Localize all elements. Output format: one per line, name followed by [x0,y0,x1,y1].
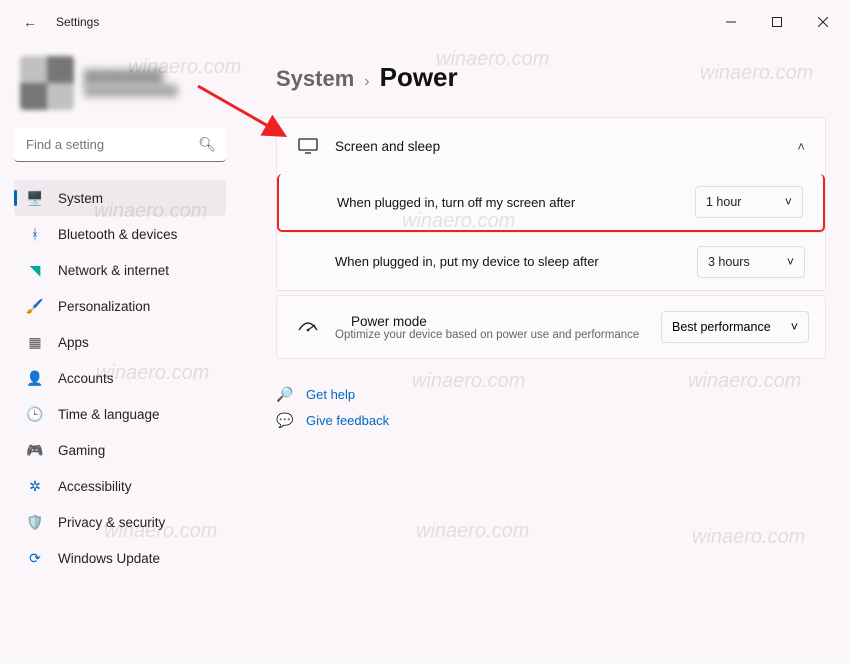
give-feedback-link[interactable]: 💬 Give feedback [276,407,826,433]
search-input[interactable] [14,128,226,162]
apps-icon: ▦ [26,333,44,351]
clock-icon: 🕒 [26,405,44,423]
sidebar-item-label: Windows Update [58,551,160,566]
sidebar-item-privacy[interactable]: 🛡️ Privacy & security [14,504,226,540]
sidebar-item-personalization[interactable]: 🖌️ Personalization [14,288,226,324]
sleep-dropdown[interactable]: 3 hours ˅ [697,246,805,278]
chevron-right-icon: › [364,73,369,91]
power-mode-icon [297,320,319,334]
minimize-button[interactable] [708,6,754,38]
user-email: ████████████ [84,85,178,97]
sidebar-item-label: Time & language [58,407,160,422]
breadcrumb-parent[interactable]: System [276,66,354,92]
row-label: When plugged in, turn off my screen afte… [337,195,575,210]
breadcrumb: System › Power [276,62,826,93]
help-icon: 🔎 [276,386,294,403]
sidebar-item-apps[interactable]: ▦ Apps [14,324,226,360]
card-title: Power mode [351,314,639,329]
user-account[interactable]: ████████ ████████████ [14,56,226,110]
sidebar-item-accessibility[interactable]: ✲ Accessibility [14,468,226,504]
dropdown-value: Best performance [672,320,771,334]
monitor-icon [297,138,319,154]
accessibility-icon: ✲ [26,477,44,495]
link-label: Give feedback [306,413,389,428]
search-box[interactable]: 🔍︎ [14,128,226,162]
sidebar-item-label: Bluetooth & devices [58,227,177,242]
dropdown-value: 3 hours [708,255,750,269]
sidebar-item-system[interactable]: 🖥️ System [14,180,226,216]
shield-icon: 🛡️ [26,513,44,531]
link-label: Get help [306,387,355,402]
sidebar-item-label: Accounts [58,371,114,386]
card-subtitle: Optimize your device based on power use … [335,329,639,341]
screen-off-row: When plugged in, turn off my screen afte… [277,174,825,232]
sidebar-item-bluetooth[interactable]: ᚼ Bluetooth & devices [14,216,226,252]
sidebar-item-label: Accessibility [58,479,132,494]
display-icon: 🖥️ [26,189,44,207]
sidebar-item-update[interactable]: ⟳ Windows Update [14,540,226,576]
user-name: ████████ [84,69,178,85]
screen-off-dropdown[interactable]: 1 hour ˅ [695,186,803,218]
sidebar-item-accounts[interactable]: 👤 Accounts [14,360,226,396]
sync-icon: ⟳ [26,549,44,567]
sidebar: ████████ ████████████ 🔍︎ 🖥️ System ᚼ Bluet… [0,44,236,664]
sleep-row: When plugged in, put my device to sleep … [277,232,825,290]
sidebar-item-label: Privacy & security [58,515,165,530]
sidebar-item-label: System [58,191,103,206]
screen-and-sleep-card: Screen and sleep ˄ When plugged in, turn… [276,117,826,291]
search-icon: 🔍︎ [198,136,216,153]
gamepad-icon: 🎮 [26,441,44,459]
get-help-link[interactable]: 🔎 Get help [276,381,826,407]
chevron-down-icon: ˅ [787,255,794,269]
sidebar-item-label: Personalization [58,299,150,314]
card-title: Screen and sleep [335,139,440,154]
page-title: Power [380,62,458,93]
avatar [20,56,74,110]
sidebar-item-network[interactable]: ◥ Network & internet [14,252,226,288]
back-button[interactable]: ← [16,14,44,30]
bluetooth-icon: ᚼ [26,225,44,243]
dropdown-value: 1 hour [706,195,741,209]
main-pane: System › Power Screen and sleep ˄ When p… [236,44,850,664]
sidebar-item-label: Apps [58,335,89,350]
person-icon: 👤 [26,369,44,387]
feedback-icon: 💬 [276,412,294,429]
close-button[interactable] [800,6,846,38]
maximize-button[interactable] [754,6,800,38]
window-title: Settings [56,15,99,29]
wifi-icon: ◥ [26,261,44,279]
sidebar-item-gaming[interactable]: 🎮 Gaming [14,432,226,468]
sidebar-item-label: Gaming [58,443,105,458]
title-bar: ← Settings [0,0,850,44]
sidebar-item-label: Network & internet [58,263,169,278]
power-mode-card: Power mode Optimize your device based on… [276,295,826,359]
chevron-down-icon: ˅ [785,195,792,209]
screen-and-sleep-header[interactable]: Screen and sleep ˄ [277,118,825,174]
sidebar-item-time[interactable]: 🕒 Time & language [14,396,226,432]
brush-icon: 🖌️ [26,297,44,315]
power-mode-dropdown[interactable]: Best performance ˅ [661,311,809,343]
chevron-up-icon: ˄ [797,139,805,154]
row-label: When plugged in, put my device to sleep … [335,254,599,269]
chevron-down-icon: ˅ [791,320,798,334]
